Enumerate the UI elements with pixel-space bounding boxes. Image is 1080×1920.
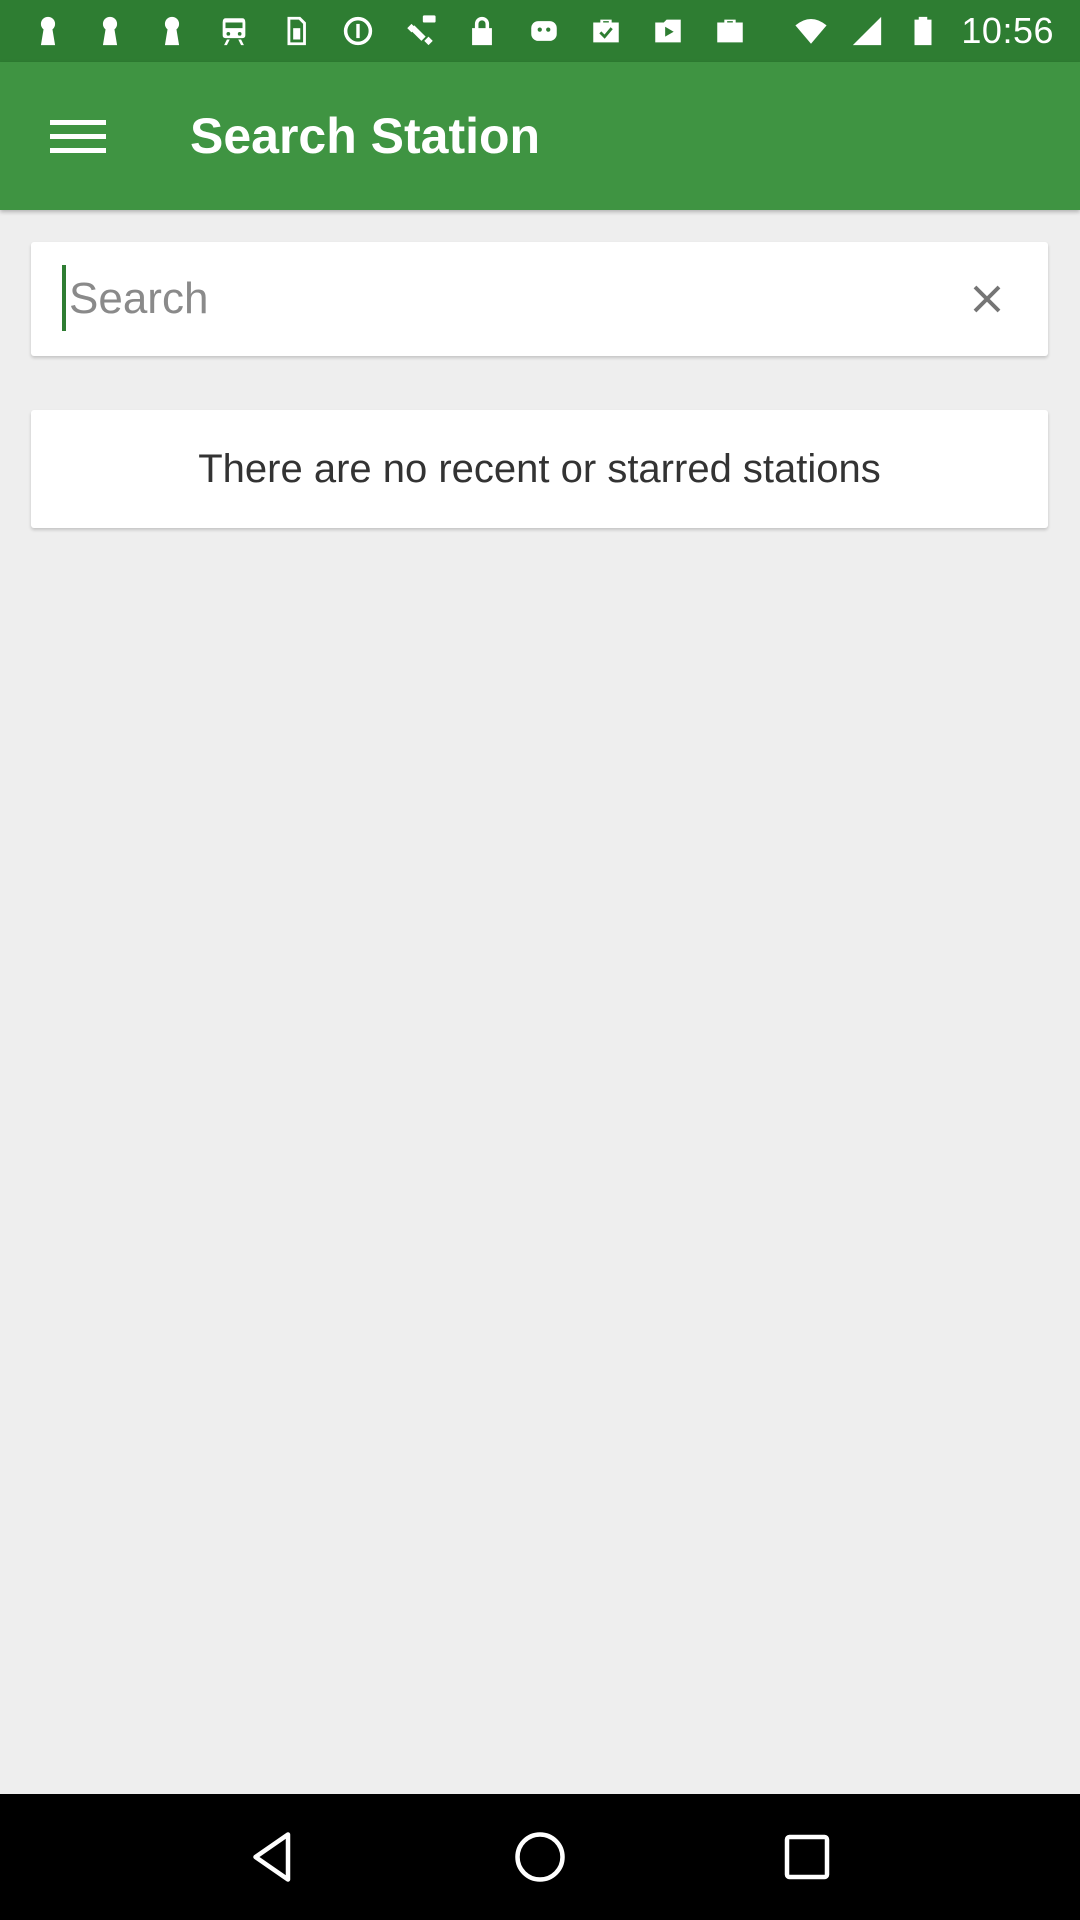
alert-circle-icon: [340, 13, 376, 49]
briefcase-check-icon: [588, 13, 624, 49]
empty-state-message: There are no recent or starred stations: [198, 446, 881, 491]
back-button[interactable]: [233, 1817, 313, 1897]
wifi-icon: [793, 13, 829, 49]
navigation-bar: [0, 1794, 1080, 1920]
keyhole-icon: [92, 13, 128, 49]
android-icon: [526, 13, 562, 49]
briefcase-icon: [712, 13, 748, 49]
fake-gps-icon: [402, 13, 438, 49]
menu-button[interactable]: [32, 98, 124, 174]
lock-icon: [464, 13, 500, 49]
recents-icon: [784, 1834, 829, 1880]
keyhole-icon: [154, 13, 190, 49]
home-button[interactable]: [500, 1817, 580, 1897]
play-store-icon: [650, 13, 686, 49]
search-card: [31, 242, 1048, 356]
status-bar: 10:56: [0, 0, 1080, 62]
system-status: 10:56: [793, 10, 1054, 52]
sim-icon: [278, 13, 314, 49]
back-icon: [253, 1832, 291, 1882]
train-icon: [216, 13, 252, 49]
empty-state-card: There are no recent or starred stations: [31, 410, 1048, 528]
page-title: Search Station: [190, 108, 541, 164]
close-icon: [973, 285, 1001, 313]
home-icon: [515, 1832, 565, 1882]
app-bar: Search Station: [0, 62, 1080, 210]
search-input[interactable]: [61, 264, 941, 334]
battery-icon: [905, 13, 941, 49]
keyhole-icon: [30, 13, 66, 49]
clear-search-button[interactable]: [956, 268, 1018, 330]
signal-icon: [849, 13, 885, 49]
clock: 10:56: [961, 10, 1054, 51]
recents-button[interactable]: [767, 1817, 847, 1897]
hamburger-menu-icon: [50, 120, 106, 153]
notification-icons: [30, 13, 748, 49]
